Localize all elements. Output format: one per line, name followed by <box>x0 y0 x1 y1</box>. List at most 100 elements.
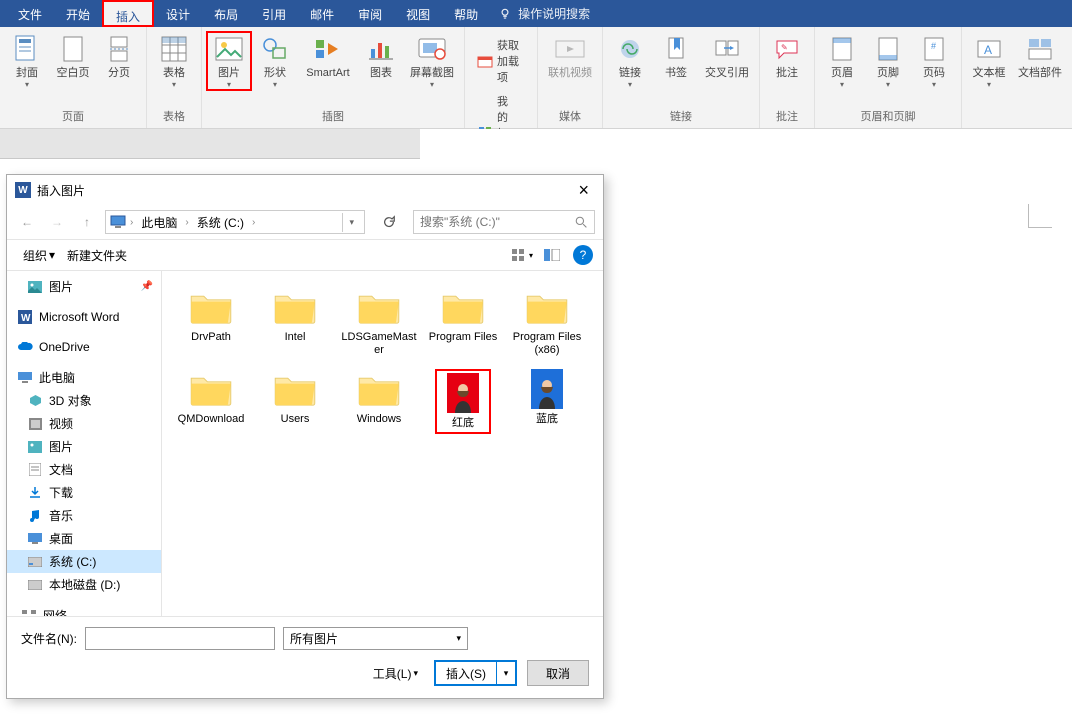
tab-layout[interactable]: 布局 <box>202 0 250 27</box>
new-folder-button[interactable]: 新建文件夹 <box>61 244 133 267</box>
shapes-button[interactable]: 形状▾ <box>252 31 298 91</box>
store-icon <box>477 53 493 69</box>
smartart-button[interactable]: SmartArt <box>298 31 358 82</box>
tools-dropdown[interactable]: 工具(L) ▾ <box>367 662 424 685</box>
lightbulb-icon <box>498 7 512 21</box>
chart-button[interactable]: 图表 <box>358 31 404 82</box>
search-box[interactable] <box>413 210 595 234</box>
nav-network[interactable]: 网络 <box>7 604 161 616</box>
file-name: 蓝底 <box>536 413 558 426</box>
nav-up-button[interactable]: ↑ <box>75 210 99 234</box>
online-video-button[interactable]: 联机视频 <box>542 31 598 82</box>
nav-back-button[interactable]: ← <box>15 210 39 234</box>
pagenum-button[interactable]: # 页码▾ <box>911 31 957 91</box>
picture-button[interactable]: 图片▾ <box>206 31 252 91</box>
tell-me[interactable]: 操作说明搜索 <box>490 0 590 27</box>
breadcrumb-dropdown[interactable]: ▾ <box>342 213 360 232</box>
nav-onedrive[interactable]: OneDrive <box>7 336 161 358</box>
search-input[interactable] <box>420 215 575 229</box>
bookmark-button[interactable]: 书签 <box>653 31 699 82</box>
insert-button[interactable]: 插入(S) <box>436 662 497 684</box>
footer-button[interactable]: 页脚▾ <box>865 31 911 91</box>
insert-dropdown[interactable]: ▾ <box>497 662 515 684</box>
tab-help[interactable]: 帮助 <box>442 0 490 27</box>
video-label: 联机视频 <box>548 67 592 80</box>
nav-videos[interactable]: 视频 <box>7 412 161 435</box>
footer-label: 页脚 <box>877 67 899 80</box>
header-label: 页眉 <box>831 67 853 80</box>
view-mode-button[interactable]: ▾ <box>507 244 537 266</box>
folder-item[interactable]: Users <box>254 365 336 438</box>
nav-sysc[interactable]: 系统 (C:) <box>7 550 161 573</box>
nav-forward-button[interactable]: → <box>45 210 69 234</box>
folder-item[interactable]: QMDownload <box>170 365 252 438</box>
tab-mail[interactable]: 邮件 <box>298 0 346 27</box>
image-item[interactable]: 蓝底 <box>506 365 588 438</box>
content-pane[interactable]: DrvPathIntelLDSGameMasterProgram FilesPr… <box>162 271 603 616</box>
blank-page-button[interactable]: 空白页 <box>50 31 96 82</box>
nav-desktop[interactable]: 桌面 <box>7 527 161 550</box>
tab-references[interactable]: 引用 <box>250 0 298 27</box>
link-button[interactable]: 链接▾ <box>607 31 653 91</box>
folder-item[interactable]: DrvPath <box>170 283 252 361</box>
nav-label: Microsoft Word <box>39 310 119 324</box>
get-addins-button[interactable]: 获取加载项 <box>473 35 529 87</box>
comment-button[interactable]: ✎ 批注 <box>764 31 810 82</box>
nav-locald[interactable]: 本地磁盘 (D:) <box>7 573 161 596</box>
tab-insert[interactable]: 插入 <box>102 0 154 27</box>
picture-label: 图片 <box>218 67 240 80</box>
nav-pictures-quick[interactable]: 图片📌 <box>7 275 161 298</box>
cover-page-button[interactable]: 封面▾ <box>4 31 50 91</box>
folder-item[interactable]: Intel <box>254 283 336 361</box>
crossref-button[interactable]: 交叉引用 <box>699 31 755 82</box>
nav-docs[interactable]: 文档 <box>7 458 161 481</box>
screenshot-icon <box>416 33 448 65</box>
nav-label: 系统 (C:) <box>49 553 96 570</box>
tab-file[interactable]: 文件 <box>6 0 54 27</box>
chart-label: 图表 <box>370 67 392 80</box>
organize-button[interactable]: 组织▾ <box>17 244 61 267</box>
nav-music[interactable]: 音乐 <box>7 504 161 527</box>
preview-pane-button[interactable] <box>537 244 567 266</box>
image-item[interactable]: 红底 <box>422 365 504 438</box>
folder-item[interactable]: Program Files (x86) <box>506 283 588 361</box>
filename-input[interactable] <box>85 627 275 650</box>
page-break-button[interactable]: 分页 <box>96 31 142 82</box>
screenshot-button[interactable]: 屏幕截图▾ <box>404 31 460 91</box>
nav-pics2[interactable]: 图片 <box>7 435 161 458</box>
tab-review[interactable]: 审阅 <box>346 0 394 27</box>
folder-item[interactable]: LDSGameMaster <box>338 283 420 361</box>
nav-3d[interactable]: 3D 对象 <box>7 389 161 412</box>
cover-page-label: 封面 <box>16 67 38 80</box>
chevron-down-icon: ▾ <box>227 80 231 89</box>
table-button[interactable]: 表格▾ <box>151 31 197 91</box>
close-button[interactable]: × <box>572 180 595 201</box>
tab-view[interactable]: 视图 <box>394 0 442 27</box>
cancel-button[interactable]: 取消 <box>527 660 589 686</box>
folder-item[interactable]: Program Files <box>422 283 504 361</box>
header-button[interactable]: 页眉▾ <box>819 31 865 91</box>
file-name: Users <box>281 413 310 426</box>
chevron-down-icon: ▾ <box>456 633 461 644</box>
page-corner-mark <box>1028 204 1052 228</box>
breadcrumb-sysc[interactable]: 系统 (C:) <box>193 212 248 233</box>
nav-downloads[interactable]: 下载 <box>7 481 161 504</box>
nav-thispc[interactable]: 此电脑 <box>7 366 161 389</box>
tab-design[interactable]: 设计 <box>154 0 202 27</box>
folder-item[interactable]: Windows <box>338 365 420 438</box>
bookmark-label: 书签 <box>665 67 687 80</box>
nav-label: 3D 对象 <box>49 392 92 409</box>
refresh-button[interactable] <box>377 210 401 234</box>
filetype-dropdown[interactable]: 所有图片 ▾ <box>283 627 468 650</box>
textbox-button[interactable]: A 文本框▾ <box>966 31 1012 91</box>
tab-home[interactable]: 开始 <box>54 0 102 27</box>
help-button[interactable]: ? <box>573 245 593 265</box>
get-addins-label: 获取加载项 <box>497 37 525 85</box>
breadcrumb-thispc[interactable]: 此电脑 <box>137 212 181 233</box>
onedrive-icon <box>17 339 33 355</box>
doc-parts-button[interactable]: 文档部件 <box>1012 31 1068 82</box>
search-icon <box>575 216 588 229</box>
desktop-icon <box>27 531 43 547</box>
nav-word[interactable]: WMicrosoft Word <box>7 306 161 328</box>
breadcrumb[interactable]: › 此电脑 › 系统 (C:) › ▾ <box>105 210 365 234</box>
